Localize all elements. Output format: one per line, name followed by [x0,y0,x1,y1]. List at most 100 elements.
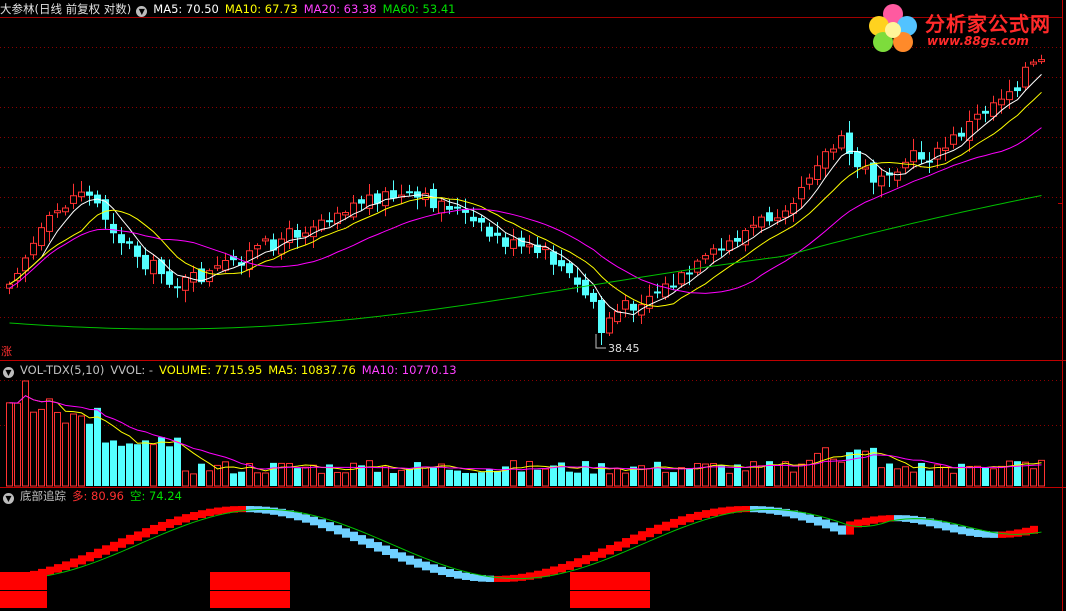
candle-up [838,135,845,149]
duo-step [518,573,526,581]
site-logo: 分析家公式网 www.88gs.com [865,2,1065,54]
candle-down [326,220,333,223]
volume-bar-down [654,461,661,486]
candle-down [686,272,693,275]
candle-up [222,260,229,271]
kong-step [822,519,830,529]
duo-step [142,528,150,538]
duo-step [150,524,158,535]
candle-down [142,254,149,270]
candle-down [574,277,581,285]
volume-bar-down [566,471,573,486]
ma5-label: MA5: 70.50 [153,2,219,16]
volume-bar-down [582,461,589,486]
volume-bar-up [70,413,77,487]
kong-step [934,520,942,529]
volume-bar-down [886,463,893,486]
duo-step [118,538,126,548]
candle-up [1030,61,1037,65]
volume-bar-up [798,463,805,487]
kong-step [814,516,822,526]
volume-bar-up [830,458,837,487]
volume-bar-up [974,465,981,487]
candle-down [126,241,133,244]
duo-step [214,507,222,515]
candle-up [206,270,213,283]
kong-step [342,528,350,538]
candle-down [1014,87,1021,92]
volume-value-label: VOLUME: 7715.95 [159,363,263,377]
volume-bar-up [942,466,949,487]
kong-step [262,506,270,514]
candle-up [742,230,749,246]
volume-bar-up [742,470,749,487]
kong-step [446,569,454,577]
kong-step [798,512,806,521]
volume-bar-down [374,471,381,486]
indicator-settings-icon[interactable]: ▼ [3,493,14,504]
volume-bar-up [1038,459,1045,487]
candle-up [6,283,13,289]
duo-step [846,521,854,535]
stock-chart: 38.45 [0,0,1066,611]
volume-bar-down [198,463,205,486]
volume-title: VOL-TDX(5,10) [20,363,105,377]
volume-bar-down [718,465,725,486]
kong-step [302,514,310,523]
volume-bars [6,380,1045,487]
kong-step [270,507,278,515]
volume-bar-down [118,445,125,486]
duo-step [62,561,70,571]
volume-bar-up [190,473,197,487]
duo-step [134,531,142,541]
kong-step [374,542,382,552]
main-chart-header: 大参林(日线 前复权 对数) ▼ MA5: 70.50 MA10: 67.73 MA20… [0,1,461,17]
candle-down [110,223,117,234]
duo-step [998,531,1006,538]
volume-bar-up [302,466,309,487]
kong-step [430,564,438,573]
volume-bar-up [366,460,373,487]
candle-up [910,150,917,163]
duo-step [662,521,670,531]
volume-bar-up [822,447,829,487]
kong-step [942,522,950,531]
low-price-label: 38.45 [608,342,640,355]
candle-down [294,230,301,238]
volume-bar-up [318,472,325,487]
candle-down [590,292,597,302]
volume-bar-up [30,411,37,487]
candle-down [478,217,485,223]
volume-bar-down [494,470,501,486]
candle-up [798,186,805,200]
duo-step [638,531,646,541]
volume-bar-down [670,472,677,486]
volume-bar-up [950,472,957,487]
low-annotation: 38.45 [595,334,640,355]
kong-step [806,514,814,523]
volume-bar-down [270,462,277,486]
indicator-title: 底部追踪 [20,489,66,503]
volume-bar-up [382,465,389,487]
candle-up [638,304,645,316]
candle-down [598,300,605,333]
duo-step [582,555,590,565]
volume-bar-up [1006,460,1013,487]
volume-bar-down [102,442,109,486]
volume-bar-down [534,469,541,486]
candle-up [622,300,629,310]
kong-step [454,570,462,579]
candle-down [734,237,741,242]
kong-step [350,531,358,542]
duo-step [1014,529,1022,537]
duo-step [46,566,54,575]
duo-step [614,541,622,552]
logo-title: 分析家公式网 [925,12,1051,36]
settings-menu-icon[interactable]: ▼ [136,6,148,17]
volume-settings-icon[interactable]: ▼ [3,367,14,378]
duo-step [566,561,574,570]
candle-up [694,260,701,273]
flower-logo-icon [869,4,917,52]
duo-step [870,516,878,524]
candle-up [46,214,53,232]
